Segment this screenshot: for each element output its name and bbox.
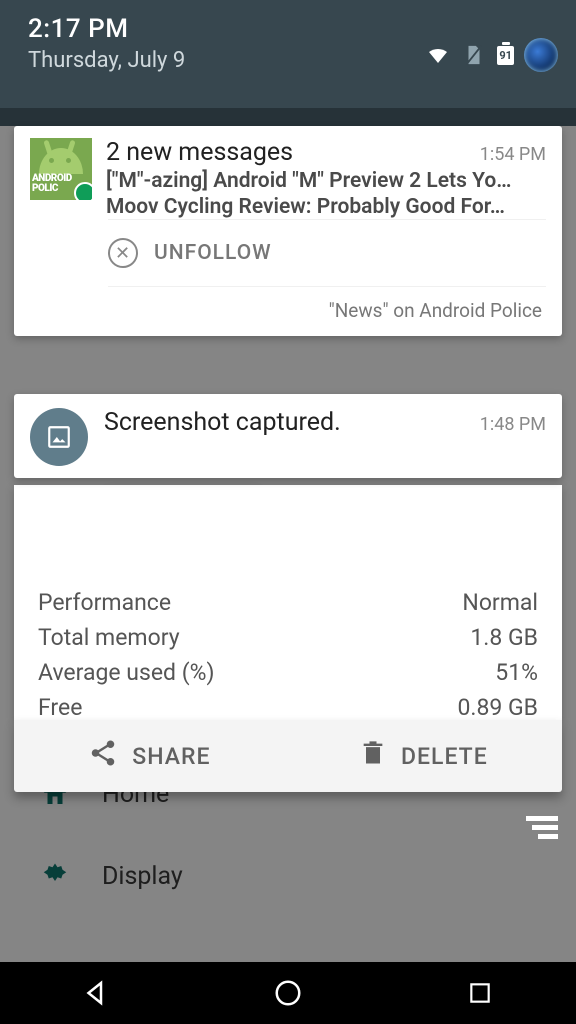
wifi-icon [425,42,451,68]
share-button[interactable]: SHARE [88,738,210,774]
action-label: SHARE [132,743,210,770]
sim-icon [461,42,487,68]
share-icon [88,738,118,774]
notification-line: ["M"-azing] Android "M" Preview 2 Lets Y… [106,169,546,193]
nav-back-button[interactable] [75,972,117,1014]
trash-icon [359,739,387,773]
battery-icon: 91 [497,46,514,65]
image-icon [30,408,88,466]
notification-title: 2 new messages [106,138,293,167]
shade-strip [0,108,576,126]
notification-timestamp: 1:54 PM [480,144,546,165]
delete-button[interactable]: DELETE [359,739,488,773]
screenshot-preview-body[interactable]: PerformanceNormal Total memory1.8 GB Ave… [14,485,562,721]
unfollow-button[interactable]: ✕ UNFOLLOW [108,219,546,286]
status-tray: 91 [425,38,558,72]
android-police-icon: ANDROIDPOLIC [30,138,92,200]
notification-subtext: "News" on Android Police [108,286,546,336]
nav-recent-button[interactable] [459,972,501,1014]
notification-timestamp: 1:48 PM [480,414,546,435]
notification-shade-header[interactable]: 2:17 PM Thursday, July 9 91 [0,0,576,108]
notification-title: Screenshot captured. [104,408,341,437]
notification-card-messages[interactable]: ANDROIDPOLIC 2 new messages 1:54 PM ["M"… [14,126,562,336]
action-label: UNFOLLOW [154,241,272,265]
notification-card-screenshot[interactable]: Screenshot captured. 1:48 PM [14,394,562,478]
screenshot-actions-bar: SHARE DELETE [14,720,562,792]
nav-home-button[interactable] [267,972,309,1014]
navigation-bar [0,962,576,1024]
profile-avatar[interactable] [524,38,558,72]
notification-line: Moov Cycling Review: Probably Good For… [106,195,546,219]
clear-all-icon[interactable] [526,816,558,839]
close-circle-icon: ✕ [108,238,138,268]
action-label: DELETE [401,743,488,770]
